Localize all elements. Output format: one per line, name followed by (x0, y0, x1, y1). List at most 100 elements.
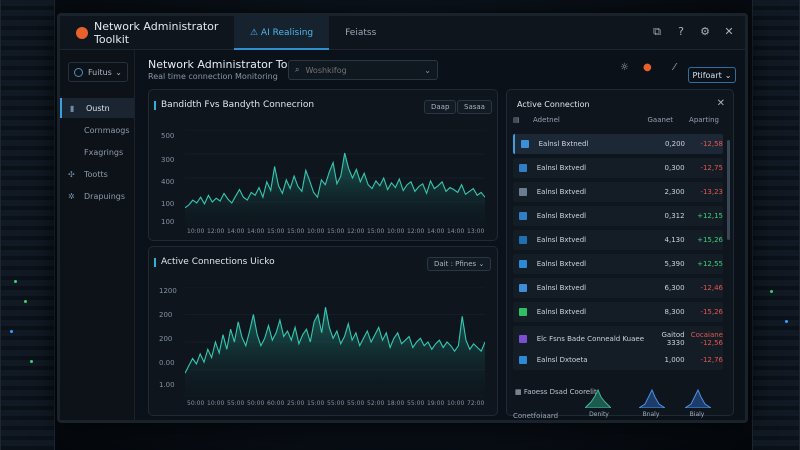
x-tick: 15:00 (287, 228, 305, 235)
x-tick: 14:00 (447, 228, 465, 235)
sidebar-item-label: Tootts (84, 169, 108, 179)
table-row[interactable]: Ealnsl Bxtvedl 2,300 -13,23 (513, 182, 723, 202)
connection-icon (519, 284, 527, 292)
connection-change: -15,26 (700, 308, 724, 316)
sidebar-item-label: Oustn (86, 103, 110, 113)
sidebar-item-1[interactable]: Cornmaogs (60, 120, 134, 140)
table-row[interactable]: Ealnsl Bxtvedl 0,300 -12,75 (513, 158, 723, 178)
table-row[interactable]: Ealnsl Bxtnedl 0,200 -12,58 (513, 134, 723, 154)
connection-value: Gaitod 3330 (661, 331, 685, 347)
connection-value: 0,312 (664, 212, 685, 220)
connection-change: +12,15 (697, 212, 724, 220)
bug-icon[interactable]: ☼ (620, 62, 629, 73)
connection-name: Ealnsl Bxtvedl (536, 236, 587, 244)
rack-led (10, 330, 13, 333)
connection-change: Cocaiane -12,56 (690, 331, 724, 347)
x-tick: 10:00 (447, 400, 465, 407)
profile-button[interactable]: Ptifoart ⌄ (688, 67, 736, 83)
bandwidth-panel: Bandidth Fvs Bandyth Connecrion Daap Sas… (148, 89, 498, 241)
x-tick: 55:00 (227, 400, 245, 407)
help-icon[interactable]: ? (675, 25, 687, 39)
search-box[interactable]: ⌕ ⌄ (288, 60, 438, 80)
x-tick: 12:00 (347, 228, 365, 235)
external-link-icon[interactable]: ⧉ (651, 25, 663, 39)
connection-icon (519, 236, 527, 244)
connection-change: -12,76 (700, 356, 724, 364)
table-row[interactable]: Elc Fsns Bade Conneald Kuaee Gaitod 3330 C… (513, 326, 723, 352)
connection-icon (519, 188, 527, 196)
tab-features[interactable]: Feiatss (329, 16, 392, 50)
scrollbar[interactable] (727, 140, 730, 240)
table-row[interactable]: Ealnsl Bxtvedl 0,312 +12,15 (513, 206, 723, 226)
table-row[interactable]: Ealnsl Bxtvedl 4,130 +15,26 (513, 230, 723, 250)
x-tick: 25:00 (287, 400, 305, 407)
close-icon[interactable]: ✕ (717, 98, 725, 109)
connection-change: -13,23 (700, 188, 724, 196)
cog-icon: ✲ (68, 191, 75, 201)
connection-icon (519, 212, 527, 220)
app-title: Network Administrator Toolkit (94, 19, 219, 46)
table-row[interactable]: Ealnsl Bxtvedl 5,390 +12,55 (513, 254, 723, 274)
connection-value: 6,300 (664, 284, 685, 292)
connection-value: 5,390 (664, 260, 685, 268)
mini-chart-3 (685, 388, 711, 408)
monitor-screen: Network Administrator Toolkit ⚠ AI Reali… (57, 13, 748, 423)
bandwidth-button-2[interactable]: Sasaa (457, 100, 492, 114)
x-tick: 15:00 (367, 228, 385, 235)
profile-label: Ptifoart (692, 70, 722, 80)
connection-value: 0,300 (664, 164, 685, 172)
connection-value: 0,200 (664, 140, 685, 148)
chevron-down-icon: ⌄ (424, 65, 431, 75)
x-tick: 55:00 (347, 400, 365, 407)
y-tick: 200 (159, 335, 173, 343)
mini-chart-2 (639, 388, 665, 408)
notification-icon[interactable]: ● (643, 62, 652, 73)
sidebar-item-label: Drapuings (84, 191, 126, 201)
x-tick: 10:00 (187, 228, 205, 235)
table-row[interactable]: Ealnsl Bxtvedl 6,300 -12,46 (513, 278, 723, 298)
tab-realising[interactable]: ⚠ AI Realising (234, 16, 330, 50)
gear-icon[interactable]: ⚙ (699, 25, 711, 39)
bandwidth-button-1[interactable]: Daap (424, 100, 457, 114)
x-tick: 72:00 (467, 400, 485, 407)
rack-led (24, 300, 27, 303)
active-chart-dropdown[interactable]: Dait : Pfines ⌄ (427, 257, 492, 271)
sidebar-item-0[interactable]: ▮ Oustn (60, 98, 134, 118)
x-tick: 15:00 (327, 228, 345, 235)
wrench-icon: ✣ (68, 169, 75, 179)
rack-led (770, 290, 773, 293)
column-header: Adetnel (533, 116, 560, 124)
close-icon[interactable]: ✕ (723, 25, 735, 39)
connection-icon (521, 140, 529, 148)
page-title: Network Administrator Toolkit (148, 58, 312, 71)
x-tick: 50:00 (247, 400, 265, 407)
connection-change: +12,55 (697, 260, 724, 268)
y-tick: 500 (161, 132, 175, 140)
x-tick: 14:00 (427, 228, 445, 235)
sidebar-item-3[interactable]: ✣ Tootts (60, 164, 134, 184)
connection-change: -12,75 (700, 164, 724, 172)
sidebar-item-4[interactable]: ✲ Drapuings (60, 186, 134, 206)
table-row[interactable]: Ealnsl Bxtvedl 8,300 -15,26 (513, 302, 723, 322)
x-tick: 19:00 (427, 400, 445, 407)
page-subtitle: Real time connection Monitoring (148, 72, 278, 81)
sidebar-select[interactable]: Fuitus ⌄ (68, 62, 128, 82)
x-tick: 13:00 (467, 228, 485, 235)
x-tick: 12:00 (407, 228, 425, 235)
column-header: Gaanet (647, 116, 674, 124)
x-tick: 15:00 (267, 228, 285, 235)
sidebar-item-2[interactable]: Fxagrings (60, 142, 134, 162)
search-input[interactable] (305, 65, 416, 75)
file-icon: ▤ (513, 116, 520, 124)
active-chart-title: Active Connections Uicko (154, 257, 275, 267)
sidebar-item-label: Fxagrings (84, 147, 124, 157)
mini-label: Denity (589, 411, 609, 418)
sidebar: Fuitus ⌄ ▮ Oustn Cornmaogs Fxagrings ✣ T… (60, 50, 135, 420)
server-rack (752, 0, 800, 450)
table-row[interactable]: Ealnsl Dxtoeta 1,000 -12,76 (513, 350, 723, 370)
bandwidth-chart (185, 130, 485, 226)
y-tick: 1200 (159, 287, 177, 295)
wand-icon[interactable]: ⁄ (674, 62, 676, 73)
mini-label: Bialy (689, 411, 705, 418)
connection-icon (519, 356, 527, 364)
